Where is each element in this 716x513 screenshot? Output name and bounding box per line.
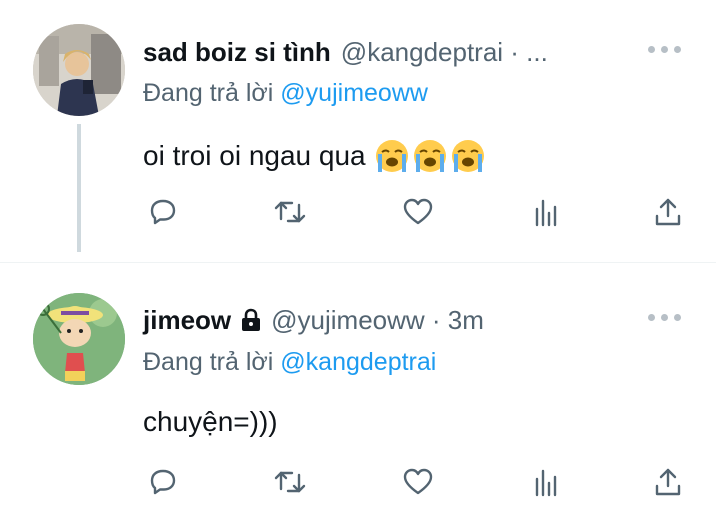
views-button[interactable] [526, 462, 566, 502]
tweet[interactable]: jimeow @yujimeoww · 3m Đang trả lời @kan… [0, 262, 716, 513]
more-options-icon[interactable] [648, 314, 681, 321]
handle-and-time[interactable]: @yujimeoww · 3m [271, 305, 484, 336]
loudly-crying-face-icon [451, 140, 484, 172]
tweet-actions [0, 462, 716, 502]
loudly-crying-face-icon [413, 140, 446, 172]
loudly-crying-face-icon [375, 140, 408, 172]
share-button[interactable] [648, 462, 688, 502]
display-name[interactable]: sad boiz si tình [143, 37, 331, 68]
tweet[interactable]: sad boiz si tình @kangdeptrai · ... Đang… [0, 0, 716, 262]
like-button[interactable] [398, 192, 438, 232]
tweet-header: sad boiz si tình @kangdeptrai · ... [143, 32, 548, 72]
like-icon [403, 468, 433, 495]
thread-line [77, 124, 81, 252]
tweet-actions [0, 192, 716, 232]
views-icon [535, 199, 557, 227]
reply-prefix: Đang trả lời [143, 348, 274, 376]
tweet-text-content: oi troi oi ngau qua [143, 140, 366, 171]
share-icon [655, 198, 681, 226]
avatar[interactable] [33, 24, 125, 116]
reply-button[interactable] [143, 462, 183, 502]
reply-icon [150, 469, 176, 495]
replying-to: Đang trả lời @kangdeptrai [143, 348, 436, 377]
reply-mention-link[interactable]: @kangdeptrai [280, 348, 436, 376]
handle-and-time[interactable]: @kangdeptrai · ... [341, 37, 548, 68]
avatar-photo [33, 24, 125, 116]
tweet-header: jimeow @yujimeoww · 3m [143, 300, 484, 340]
more-options-icon[interactable] [648, 46, 681, 53]
reply-button[interactable] [143, 192, 183, 232]
display-name[interactable]: jimeow [143, 305, 231, 336]
retweet-button[interactable] [270, 192, 310, 232]
avatar[interactable] [33, 293, 125, 385]
reply-prefix: Đang trả lời [143, 79, 274, 107]
share-icon [655, 468, 681, 496]
retweet-icon [274, 201, 306, 223]
reply-mention-link[interactable]: @yujimeoww [280, 79, 428, 107]
like-button[interactable] [398, 462, 438, 502]
tweet-text-content: chuyện=))) [143, 406, 278, 437]
tweet-text: chuyện=))) [143, 406, 278, 438]
like-icon [403, 198, 433, 225]
views-icon [535, 469, 557, 497]
views-button[interactable] [526, 192, 566, 232]
replying-to: Đang trả lời @yujimeoww [143, 79, 428, 108]
tweet-text: oi troi oi ngau qua [143, 138, 486, 174]
avatar-photo [33, 293, 125, 385]
reply-icon [150, 199, 176, 225]
lock-icon [241, 308, 261, 332]
retweet-button[interactable] [270, 462, 310, 502]
retweet-icon [274, 471, 306, 493]
share-button[interactable] [648, 192, 688, 232]
